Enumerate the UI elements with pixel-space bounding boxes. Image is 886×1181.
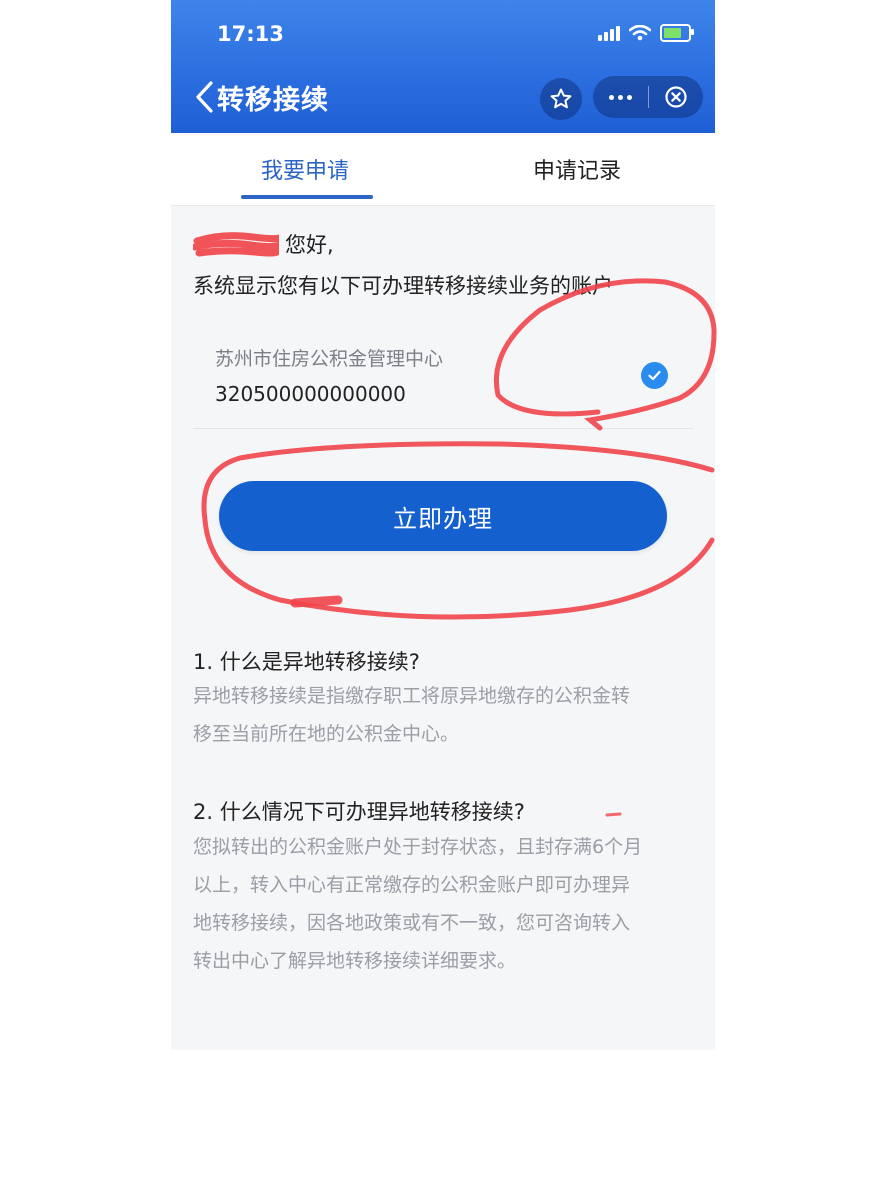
phone-screen: 17:13 转移接续 我要申请 申请记录 您好, 系统显示您有以下可办理转移接续… [171, 0, 715, 1050]
signal-icon [598, 25, 620, 41]
faq-answer-line: 以上，转入中心有正常缴存的公积金账户即可办理异 [193, 874, 631, 896]
top-bar: 17:13 转移接续 [171, 0, 715, 133]
faq-answer-line: 您拟转出的公积金账户处于封存状态，且封存满6个月 [193, 836, 643, 858]
page-title: 转移接续 [217, 85, 329, 116]
close-icon [665, 86, 687, 108]
faq-question-1: 1. 什么是异地转移接续? [193, 650, 420, 674]
account-item[interactable]: 苏州市住房公积金管理中心 320500000000000 [193, 320, 693, 429]
greeting-hello: 您好, [285, 233, 334, 257]
tab-active-indicator [241, 195, 373, 199]
favorite-button[interactable] [540, 78, 582, 120]
greeting: 您好, [193, 229, 334, 259]
more-icon[interactable] [593, 76, 648, 118]
status-icons [598, 24, 694, 42]
greeting-message: 系统显示您有以下可办理转移接续业务的账户 [193, 274, 613, 298]
faq-answer-line: 移至当前所在地的公积金中心。 [193, 723, 460, 745]
faq-answer-line: 转出中心了解异地转移接续详细要求。 [193, 950, 517, 972]
checkmark-icon [648, 370, 661, 381]
star-icon [550, 88, 572, 109]
tab-records[interactable]: 申请记录 [533, 153, 621, 185]
faq-answer-2: 您拟转出的公积金账户处于封存状态，且封存满6个月 以上，转入中心有正常缴存的公积… [193, 828, 693, 980]
status-time: 17:13 [217, 22, 284, 46]
faq-answer-1: 异地转移接续是指缴存职工将原异地缴存的公积金转 移至当前所在地的公积金中心。 [193, 677, 693, 753]
account-org: 苏州市住房公积金管理中心 [215, 348, 444, 370]
apply-now-button[interactable]: 立即办理 [219, 481, 667, 551]
wifi-icon [629, 25, 651, 41]
faq-answer-line: 异地转移接续是指缴存职工将原异地缴存的公积金转 [193, 685, 631, 707]
tab-bar: 我要申请 申请记录 [171, 133, 715, 206]
mini-program-capsule [593, 76, 703, 118]
close-button[interactable] [649, 76, 704, 118]
faq-question-2: 2. 什么情况下可办理异地转移接续? [193, 800, 525, 824]
account-number: 320500000000000 [215, 382, 406, 406]
redacted-name-scribble [193, 232, 279, 257]
selected-check-icon[interactable] [641, 362, 668, 389]
faq-answer-line: 地转移接续，因各地政策或有不一致，您可咨询转入 [193, 912, 631, 934]
tab-apply[interactable]: 我要申请 [261, 153, 349, 185]
battery-icon [660, 24, 694, 42]
